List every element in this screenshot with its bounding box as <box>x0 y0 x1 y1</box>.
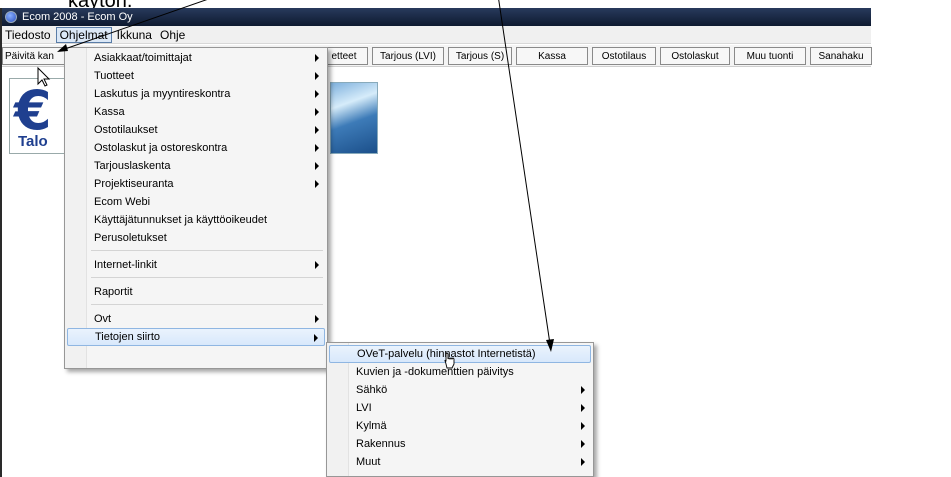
tietojen-siirto-menu-item-label: OVeT-palvelu (hinnastot Internetistä) <box>357 348 536 360</box>
company-logo: € Talo <box>9 78 67 154</box>
tietojen-siirto-menu-item[interactable]: LVI <box>329 399 591 417</box>
tietojen-siirto-submenu: OVeT-palvelu (hinnastot Internetistä) Kuv… <box>326 342 594 477</box>
tietojen-siirto-menu-item[interactable]: OVeT-palvelu (hinnastot Internetistä) <box>329 345 591 363</box>
ohjelmat-menu-item[interactable]: Tarjouslaskenta <box>67 157 325 175</box>
ohjelmat-menu-item[interactable]: Ostolaskut ja ostoreskontra <box>67 139 325 157</box>
tietojen-siirto-menu-item[interactable]: Muut <box>329 453 591 471</box>
toolbar-button-ostotilaus[interactable]: Ostotilaus <box>592 47 656 65</box>
submenu-arrow-icon <box>315 180 319 188</box>
menu-ikkuna[interactable]: Ikkuna <box>114 27 155 43</box>
menu-tiedosto[interactable]: Tiedosto <box>2 27 54 43</box>
tietojen-siirto-menu-item[interactable]: Kylmä <box>329 417 591 435</box>
ohjelmat-menu-item-label: Ovt <box>94 313 112 325</box>
submenu-arrow-icon <box>315 54 319 62</box>
menu-bar: Tiedosto Ohjelmat Ikkuna Ohje <box>2 26 871 44</box>
tietojen-siirto-menu-item[interactable]: Rakennus <box>329 435 591 453</box>
menu-ohje[interactable]: Ohje <box>157 27 188 43</box>
ohjelmat-menu-item[interactable]: Käyttäjätunnukset ja käyttöoikeudet <box>67 211 325 229</box>
app-icon <box>5 11 17 23</box>
ohjelmat-menu-item[interactable]: Ostotilaukset <box>67 121 325 139</box>
ohjelmat-menu-item-label: Raportit <box>94 286 133 298</box>
tietojen-siirto-menu-item-label: Rakennus <box>356 438 406 450</box>
submenu-arrow-icon <box>315 315 319 323</box>
submenu-arrow-icon <box>315 126 319 134</box>
tietojen-siirto-menu-item-label: Kuvien ja -dokumenttien päivitys <box>356 366 514 378</box>
window-title: Ecom 2008 - Ecom Oy <box>22 11 133 23</box>
wave-image <box>330 82 378 154</box>
ohjelmat-menu-item[interactable]: Ovt <box>67 310 325 328</box>
submenu-arrow-icon <box>581 440 585 448</box>
ohjelmat-menu-item-label: Laskutus ja myyntireskontra <box>94 88 231 100</box>
ohjelmat-menu-item-label: Asiakkaat/toimittajat <box>94 52 192 64</box>
toolbar-button-sanahaku[interactable]: Sanahaku <box>810 47 872 65</box>
submenu-arrow-icon <box>315 90 319 98</box>
toolbar-button-paivita[interactable]: Päivitä kan <box>2 47 72 65</box>
submenu-arrow-icon <box>314 334 318 342</box>
ohjelmat-menu-item-label: Ecom Webi <box>94 196 151 208</box>
ohjelmat-menu-item[interactable]: Projektiseuranta <box>67 175 325 193</box>
ohjelmat-menu-item-label: Ostolaskut ja ostoreskontra <box>94 142 228 154</box>
submenu-arrow-icon <box>315 144 319 152</box>
ohjelmat-menu-item[interactable]: Tuotteet <box>67 67 325 85</box>
tietojen-siirto-menu-item[interactable]: Sähkö <box>329 381 591 399</box>
title-bar: Ecom 2008 - Ecom Oy <box>2 8 871 26</box>
ohjelmat-menu-item-label: Internet-linkit <box>94 259 157 271</box>
ohjelmat-menu: Asiakkaat/toimittajat Tuotteet Laskutus ja… <box>64 47 328 369</box>
ohjelmat-menu-item-label: Käyttäjätunnukset ja käyttöoikeudet <box>94 214 268 226</box>
tietojen-siirto-menu-item-label: Sähkö <box>356 384 388 396</box>
tietojen-siirto-menu-item[interactable]: Kuvien ja -dokumenttien päivitys <box>329 363 591 381</box>
ohjelmat-menu-item[interactable]: Raportit <box>67 283 325 301</box>
ohjelmat-menu-item-label: Kassa <box>94 106 125 118</box>
ohjelmat-menu-item-label: Perusoletukset <box>94 232 167 244</box>
tietojen-siirto-menu-item-label: Kylmä <box>356 420 387 432</box>
toolbar-button-ostolaskut[interactable]: Ostolaskut <box>660 47 730 65</box>
menu-ohjelmat[interactable]: Ohjelmat <box>55 26 112 43</box>
submenu-arrow-icon <box>315 72 319 80</box>
ohjelmat-menu-item-label: Tietojen siirto <box>95 331 161 343</box>
menu-separator <box>91 304 323 305</box>
toolbar-button-tarjous-s[interactable]: Tarjous (S) <box>448 47 512 65</box>
ohjelmat-menu-item-label: Projektiseuranta <box>94 178 174 190</box>
toolbar-button-muu-tuonti[interactable]: Muu tuonti <box>734 47 806 65</box>
submenu-arrow-icon <box>581 386 585 394</box>
toolbar-button-kassa[interactable]: Kassa <box>516 47 588 65</box>
ohjelmat-menu-item[interactable]: Perusoletukset <box>67 229 325 247</box>
menu-separator <box>91 277 323 278</box>
ohjelmat-menu-item[interactable]: Laskutus ja myyntireskontra <box>67 85 325 103</box>
submenu-arrow-icon <box>315 162 319 170</box>
ohjelmat-menu-item[interactable]: Kassa <box>67 103 325 121</box>
ohjelmat-menu-item[interactable]: Internet-linkit <box>67 256 325 274</box>
ohjelmat-menu-item[interactable]: Tietojen siirto <box>67 328 325 346</box>
ohjelmat-menu-item-label: Ostotilaukset <box>94 124 158 136</box>
tietojen-siirto-menu-item-label: LVI <box>356 402 372 414</box>
submenu-arrow-icon <box>581 404 585 412</box>
ohjelmat-menu-item[interactable]: Ecom Webi <box>67 193 325 211</box>
ohjelmat-menu-item[interactable]: Asiakkaat/toimittajat <box>67 49 325 67</box>
submenu-arrow-icon <box>315 261 319 269</box>
logo-text: Talo <box>18 133 48 150</box>
submenu-arrow-icon <box>581 422 585 430</box>
toolbar-button-tarjous-lvi[interactable]: Tarjous (LVI) <box>372 47 444 65</box>
submenu-arrow-icon <box>581 458 585 466</box>
ohjelmat-menu-item-label: Tuotteet <box>94 70 134 82</box>
submenu-arrow-icon <box>315 108 319 116</box>
tietojen-siirto-menu-item-label: Muut <box>356 456 381 468</box>
menu-separator <box>91 250 323 251</box>
ohjelmat-menu-item-label: Tarjouslaskenta <box>94 160 171 172</box>
